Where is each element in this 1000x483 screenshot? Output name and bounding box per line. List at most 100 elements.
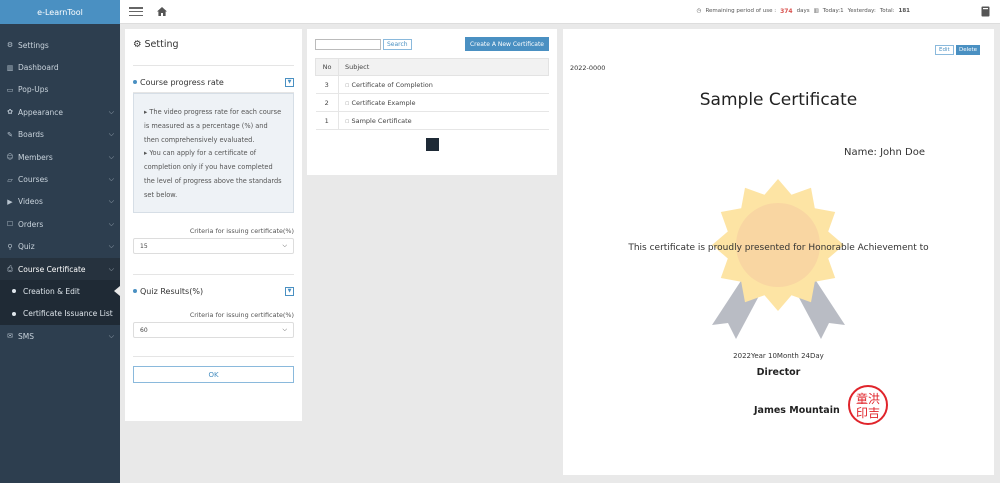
setting-title: Setting xyxy=(144,38,179,50)
window-icon: ▭ xyxy=(6,85,14,94)
sidebar-item-label: Members xyxy=(18,152,53,162)
chevron-down-icon: ⌵ xyxy=(108,331,114,340)
table-row[interactable]: 3 ▫ Certificate of Completion xyxy=(315,75,549,94)
usage-info: ◷ Remaining period of use : 374 days ▥ T… xyxy=(697,8,910,15)
progress-criteria-select[interactable]: 15 ⌵ xyxy=(133,238,294,254)
info-line: ▸ You can apply for a certificate of com… xyxy=(144,149,282,199)
sidebar-subitem-issuance-list[interactable]: Certificate Issuance List xyxy=(0,302,120,326)
bullet-icon xyxy=(133,289,137,293)
brand-logo[interactable]: e-LearnTool xyxy=(0,0,120,24)
top-bar: ◷ Remaining period of use : 374 days ▥ T… xyxy=(120,0,1000,24)
bullet-icon xyxy=(12,289,16,294)
sidebar-item-label: Settings xyxy=(18,40,49,50)
info-box: ▸ The video progress rate for each cours… xyxy=(133,93,294,213)
sidebar-item-label: Courses xyxy=(18,175,49,185)
brand-name: e-LearnTool xyxy=(37,7,83,17)
create-certificate-button[interactable]: Create A New Certificate xyxy=(464,37,549,51)
chevron-down-icon: ⌵ xyxy=(108,130,114,139)
svg-text:童: 童 xyxy=(856,391,868,406)
chevron-down-icon: ⌵ xyxy=(108,107,114,116)
select-value: 15 xyxy=(140,242,148,250)
setting-header: ⚙ Setting xyxy=(133,37,294,51)
sidebar-subitem-creation-edit[interactable]: Creation & Edit xyxy=(0,280,120,303)
sidebar-item-boards[interactable]: ✎ Boards ⌵ xyxy=(0,124,120,146)
sidebar-item-label: Videos xyxy=(18,197,43,207)
row-subject: ▫ Certificate of Completion xyxy=(338,75,549,94)
sidebar-item-label: Dashboard xyxy=(18,63,59,73)
brush-icon: ✿ xyxy=(7,108,13,117)
envelope-icon: ✉ xyxy=(7,332,13,341)
search-input[interactable] xyxy=(315,38,381,50)
quiz-criteria-select[interactable]: 60 ⌵ xyxy=(133,322,294,338)
sidebar-item-label: SMS xyxy=(18,331,34,341)
chevron-down-icon: ⌵ xyxy=(108,242,114,251)
users-icon: ☺ xyxy=(6,153,14,162)
sidebar-item-dashboard[interactable]: ▥ Dashboard xyxy=(0,56,120,78)
table-row[interactable]: 1 ▫ Sample Certificate xyxy=(315,111,549,130)
row-number: 3 xyxy=(315,75,339,94)
bullet-icon xyxy=(12,311,16,316)
gear-icon: ⚙ xyxy=(6,41,14,50)
signer-name: James Mountain xyxy=(754,405,840,416)
divider xyxy=(133,356,294,357)
certificate-body-text: This certificate is proudly presented fo… xyxy=(628,243,929,253)
sidebar-item-quiz[interactable]: ⚲ Quiz ⌵ xyxy=(0,236,120,258)
divider xyxy=(133,274,294,275)
select-value: 60 xyxy=(140,326,148,334)
sidebar-item-popups[interactable]: ▭ Pop-Ups xyxy=(0,79,120,101)
book-icon[interactable] xyxy=(981,6,990,17)
remaining-label: Remaining period of use : xyxy=(705,8,777,14)
seal-stamp-icon: 洪 童 吉 印 xyxy=(848,385,888,425)
sidebar-item-members[interactable]: ☺ Members ⌵ xyxy=(0,146,120,168)
chevron-down-icon: ⌵ xyxy=(108,197,114,206)
certificate-title: Sample Certificate xyxy=(699,90,858,110)
table-row[interactable]: 2 ▫ Certificate Example xyxy=(315,93,549,112)
sidebar-subitem-label: Certificate Issuance List xyxy=(23,309,113,319)
folder-icon: ▱ xyxy=(7,175,13,184)
sidebar-item-settings[interactable]: ⚙ Settings xyxy=(0,34,120,56)
svg-text:印: 印 xyxy=(856,406,868,420)
course-progress-header: Course progress rate ▼ xyxy=(133,75,294,89)
chevron-down-icon: ⌵ xyxy=(282,326,287,333)
ok-button[interactable]: OK xyxy=(133,366,294,383)
delete-button[interactable]: Delete xyxy=(956,45,981,55)
remaining-days: 374 xyxy=(780,8,793,15)
printer-icon: ⎙ xyxy=(7,264,13,273)
certificate-table: No Subject 3 ▫ Certificate of Completion… xyxy=(315,58,549,130)
signer-role: Director xyxy=(756,367,801,378)
quiz-results-header: Quiz Results(%) ▼ xyxy=(133,284,294,298)
sidebar-item-sms[interactable]: ✉ SMS ⌵ xyxy=(0,325,120,347)
award-ribbon-icon xyxy=(712,179,845,339)
quiz-results-label: Quiz Results(%) xyxy=(140,286,204,296)
row-number: 1 xyxy=(315,111,339,130)
sidebar-item-orders[interactable]: ☐ Orders ⌵ xyxy=(0,213,120,235)
sidebar-item-course-certificate[interactable]: ⎙ Course Certificate ⌵ xyxy=(0,257,120,281)
chevron-down-icon[interactable]: ▼ xyxy=(285,77,294,87)
edit-button[interactable]: Edit xyxy=(935,45,954,55)
quiz-criteria-label: Criteria for issuing certificate(%) xyxy=(189,311,294,319)
home-icon[interactable] xyxy=(157,7,167,16)
certificate-date: 2022Year 10Month 24Day xyxy=(733,352,824,360)
chevron-down-icon: ⌵ xyxy=(108,175,114,184)
table-header-row: No Subject xyxy=(315,58,549,76)
row-subject-text: Certificate Example xyxy=(351,98,416,107)
row-subject: ▫ Sample Certificate xyxy=(338,111,549,130)
sidebar-item-courses[interactable]: ▱ Courses ⌵ xyxy=(0,168,120,190)
dashboard-icon: ▥ xyxy=(6,63,14,72)
search-button[interactable]: Search xyxy=(383,38,412,50)
today-count: Today:1 xyxy=(822,8,844,14)
progress-criteria-label: Criteria for issuing certificate(%) xyxy=(189,227,294,235)
certificate-number: 2022-0000 xyxy=(570,64,606,72)
hamburger-menu-icon[interactable] xyxy=(129,7,143,16)
video-icon: ▶ xyxy=(7,197,13,206)
chevron-down-icon: ⌵ xyxy=(108,264,114,273)
sidebar-item-label: Course Certificate xyxy=(18,264,86,274)
page-button[interactable] xyxy=(425,138,439,151)
sidebar-item-videos[interactable]: ▶ Videos ⌵ xyxy=(0,191,120,213)
sidebar-item-label: Quiz xyxy=(18,242,35,252)
pencil-icon: ✎ xyxy=(7,130,13,139)
sidebar-subitem-label: Creation & Edit xyxy=(23,286,80,296)
chevron-down-icon[interactable]: ▼ xyxy=(285,286,294,296)
sidebar: e-LearnTool ⚙ Settings ▥ Dashboard ▭ Pop-Up… xyxy=(0,0,120,483)
sidebar-item-appearance[interactable]: ✿ Appearance ⌵ xyxy=(0,101,120,123)
